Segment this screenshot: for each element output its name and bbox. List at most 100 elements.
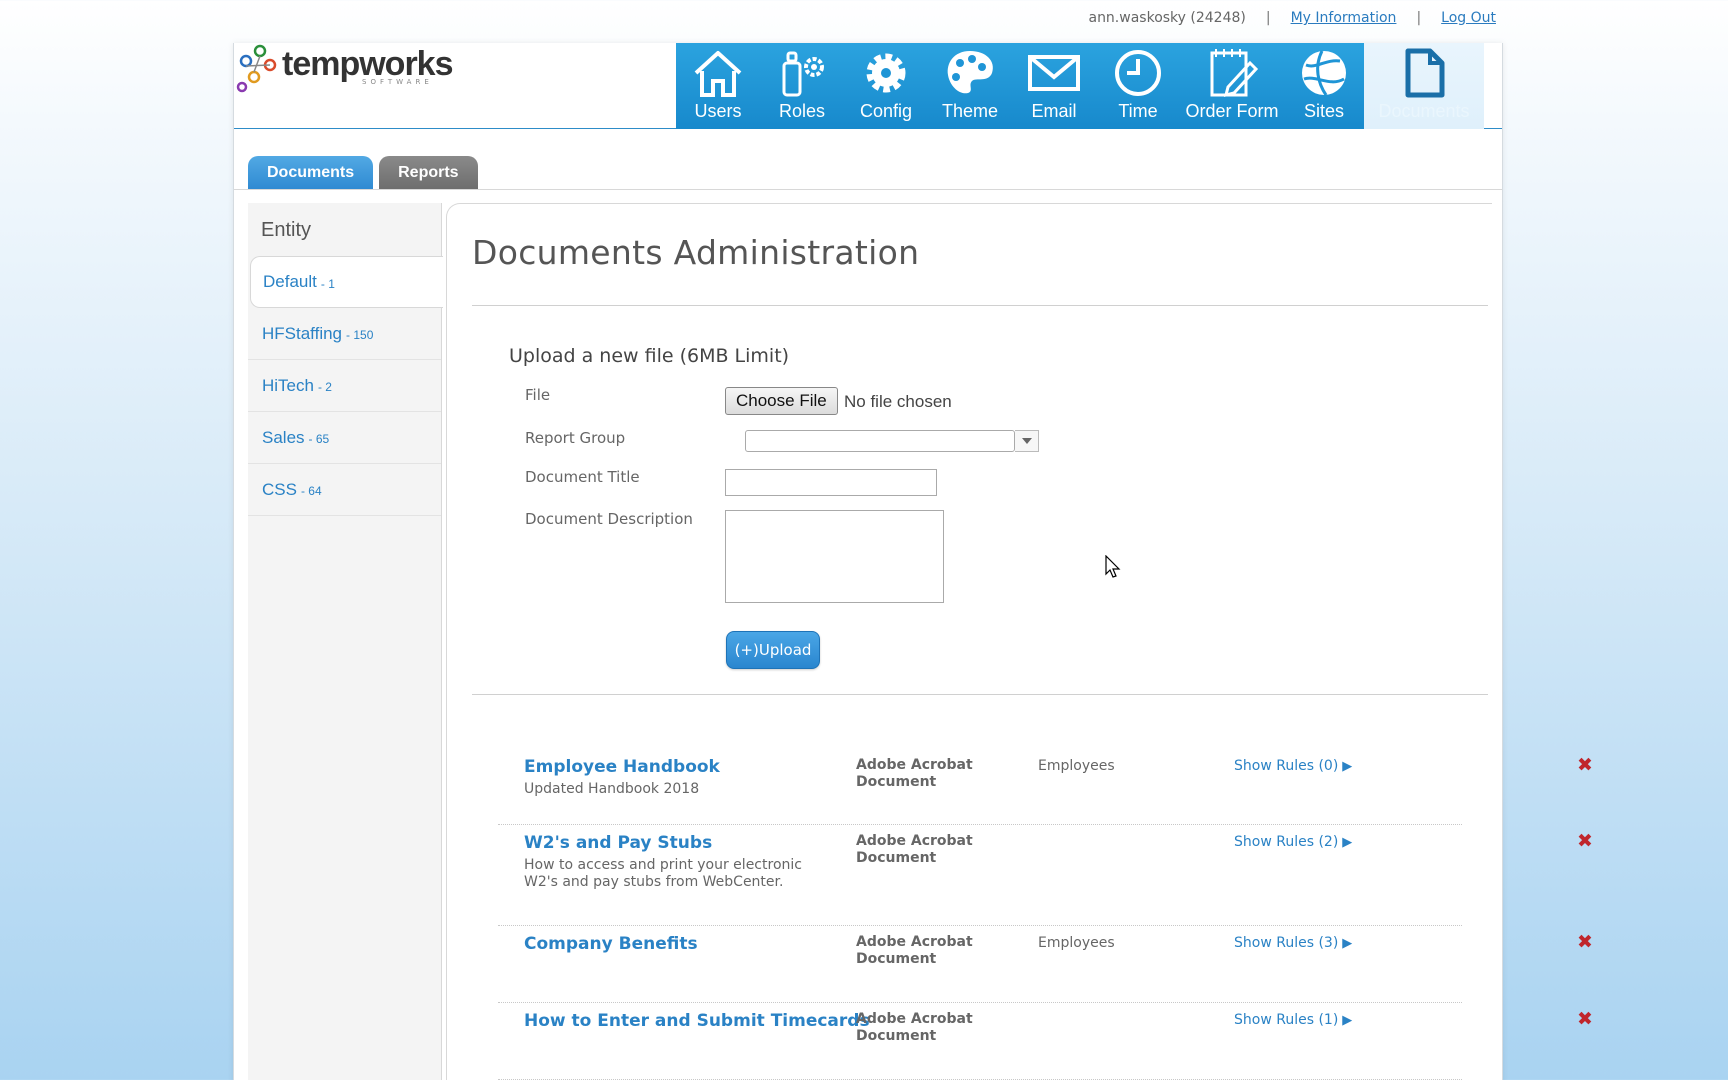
nav-config[interactable]: Config: [844, 43, 928, 129]
upload-section-title: Upload a new file (6MB Limit): [509, 345, 790, 367]
show-rules-link[interactable]: Show Rules (2) ▶: [1234, 834, 1352, 850]
tab-documents[interactable]: Documents: [248, 156, 374, 189]
nav-sites[interactable]: Sites: [1284, 43, 1364, 129]
delete-document-button[interactable]: ✖: [1577, 830, 1593, 852]
sidebar-item-sales[interactable]: Sales - 65: [248, 412, 441, 464]
nav-label: Documents: [1378, 101, 1470, 121]
document-title-link[interactable]: How to Enter and Submit Timecards: [524, 1011, 870, 1031]
nav-email[interactable]: Email: [1012, 43, 1096, 129]
play-triangle-icon: ▶: [1342, 1012, 1353, 1028]
order-form-icon: [1210, 49, 1259, 98]
house-icon: [694, 51, 742, 97]
document-row: W2's and Pay Stubs How to access and pri…: [498, 825, 1593, 926]
tab-reports[interactable]: Reports: [379, 156, 478, 189]
document-type: Adobe Acrobat Document: [856, 934, 973, 967]
play-triangle-icon: ▶: [1342, 758, 1353, 774]
nav-users[interactable]: Users: [676, 43, 760, 129]
report-group-dropdown-button[interactable]: [1015, 430, 1039, 452]
tempworks-logo[interactable]: tempworks SOFTWARE: [234, 43, 453, 98]
show-rules-link[interactable]: Show Rules (1) ▶: [1234, 1012, 1352, 1028]
show-rules-link[interactable]: Show Rules (3) ▶: [1234, 935, 1352, 951]
sidebar-item-count: - 65: [308, 432, 330, 446]
show-rules-link[interactable]: Show Rules (0) ▶: [1234, 758, 1352, 774]
mouse-cursor-icon: [1105, 555, 1121, 578]
sidebar-item-label: CSS: [262, 479, 297, 499]
document-row: How to Enter and Submit Timecards Adobe …: [498, 1003, 1593, 1080]
document-type: Adobe Acrobat Document: [856, 1011, 973, 1044]
sidebar-item-count: - 2: [317, 380, 332, 394]
nav-roles[interactable]: Roles: [760, 43, 844, 129]
sidebar-item-label: HiTech: [262, 375, 314, 395]
report-group-select[interactable]: [745, 430, 1015, 452]
header: tempworks SOFTWARE Users Roles Config Th…: [234, 43, 1502, 129]
entity-sidebar: Entity Default - 1 HFStaffing - 150 HiTe…: [248, 203, 443, 1080]
delete-document-button[interactable]: ✖: [1577, 1008, 1593, 1030]
document-row: Employee Handbook Updated Handbook 2018 …: [498, 749, 1593, 825]
file-status-text: No file chosen: [844, 392, 952, 411]
user-bar: ann.waskosky (24248) | My Information | …: [1088, 10, 1496, 26]
document-group: Employees: [1038, 758, 1115, 774]
sidebar-item-hitech[interactable]: HiTech - 2: [248, 360, 441, 412]
clock-icon: [1115, 50, 1161, 96]
logo-subtext: SOFTWARE: [362, 78, 433, 86]
sidebar-item-label: Sales: [262, 427, 305, 447]
logout-link[interactable]: Log Out: [1441, 10, 1496, 26]
sidebar-item-css[interactable]: CSS - 64: [248, 464, 441, 516]
nav-documents[interactable]: Documents: [1364, 43, 1484, 129]
document-description-textarea[interactable]: [725, 510, 944, 603]
main-nav: Users Roles Config Theme Email Time Orde…: [676, 43, 1484, 129]
upload-button[interactable]: (+)Upload: [726, 631, 820, 669]
delete-document-button[interactable]: ✖: [1577, 754, 1593, 776]
sidebar-item-label: Default: [263, 272, 317, 291]
separator: |: [1265, 10, 1271, 26]
separator: |: [1416, 10, 1422, 26]
my-information-link[interactable]: My Information: [1291, 10, 1397, 26]
nav-label: Roles: [778, 101, 826, 121]
nav-theme[interactable]: Theme: [928, 43, 1012, 129]
play-triangle-icon: ▶: [1342, 935, 1353, 951]
palette-icon: [947, 51, 993, 94]
document-description-label: Document Description: [525, 510, 693, 528]
roles-icon: [782, 51, 824, 97]
sidebar-item-label: HFStaffing: [262, 323, 343, 343]
username-label: ann.waskosky (24248): [1088, 10, 1246, 26]
app-frame: tempworks SOFTWARE Users Roles Config Th…: [233, 43, 1593, 1080]
nav-label: Users: [694, 101, 742, 121]
sidebar-item-count: - 64: [300, 484, 322, 498]
document-title-link[interactable]: W2's and Pay Stubs: [524, 833, 712, 853]
envelope-icon: [1028, 55, 1080, 91]
sidebar-item-count: - 1: [320, 276, 335, 291]
divider: [234, 189, 1502, 190]
nav-time[interactable]: Time: [1096, 43, 1180, 129]
document-icon: [1405, 48, 1445, 98]
sidebar-item-count: - 150: [346, 328, 374, 342]
nav-label: Email: [1031, 101, 1077, 121]
sidebar-heading: Entity: [261, 219, 312, 241]
nav-label: Sites: [1303, 101, 1345, 121]
file-label: File: [525, 386, 551, 404]
show-rules-label: Show Rules (2): [1234, 834, 1339, 850]
show-rules-label: Show Rules (3): [1234, 935, 1339, 951]
sidebar-item-hfstaffing[interactable]: HFStaffing - 150: [248, 308, 441, 360]
choose-file-button[interactable]: Choose File: [725, 387, 838, 415]
nav-label: Config: [859, 101, 913, 121]
tab-bar: Documents Reports: [248, 156, 478, 189]
document-title-label: Document Title: [525, 468, 640, 486]
nav-label: Theme: [941, 101, 999, 121]
document-row: Company Benefits Adobe Acrobat Document …: [498, 926, 1593, 1003]
document-title-input[interactable]: [725, 469, 937, 496]
gear-icon: [866, 53, 906, 93]
nav-order-form[interactable]: Order Form: [1180, 43, 1284, 129]
page-title: Documents Administration: [472, 233, 920, 272]
globe-icon: [1302, 50, 1346, 96]
document-title-link[interactable]: Employee Handbook: [524, 757, 720, 777]
report-group-label: Report Group: [525, 429, 626, 447]
nav-label: Order Form: [1185, 101, 1279, 121]
play-triangle-icon: ▶: [1342, 834, 1353, 850]
document-title-link[interactable]: Company Benefits: [524, 934, 698, 954]
document-group: Employees: [1038, 935, 1115, 951]
document-type: Adobe Acrobat Document: [856, 757, 973, 790]
sidebar-item-default[interactable]: Default - 1: [250, 256, 443, 308]
show-rules-label: Show Rules (0): [1234, 758, 1339, 774]
delete-document-button[interactable]: ✖: [1577, 931, 1593, 953]
